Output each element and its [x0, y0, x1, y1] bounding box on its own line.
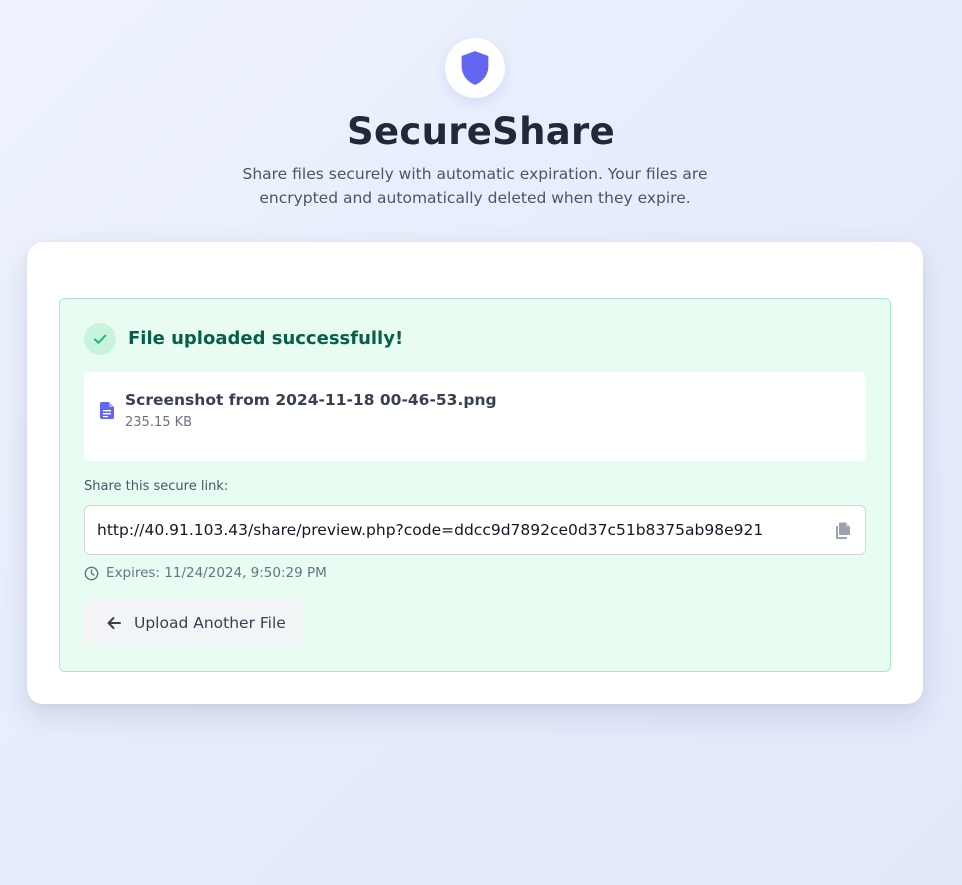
arrow-left-icon [107, 617, 121, 629]
app-title: SecureShare [347, 110, 615, 153]
share-link-field [84, 505, 866, 555]
expiration-text: Expires: 11/24/2024, 9:50:29 PM [106, 565, 327, 581]
success-title: File uploaded successfully! [128, 328, 404, 349]
file-name: Screenshot from 2024-11-18 00-46-53.png [125, 391, 497, 409]
upload-success-panel: File uploaded successfully! Screenshot f… [59, 298, 891, 672]
logo-badge [445, 38, 505, 98]
share-link-label: Share this secure link: [84, 479, 229, 494]
copy-icon [835, 522, 850, 539]
share-link-input[interactable] [97, 518, 817, 542]
expiration-info: Expires: 11/24/2024, 9:50:29 PM [84, 564, 327, 582]
check-icon [93, 334, 107, 344]
file-size: 235.15 KB [125, 415, 193, 430]
upload-another-file-button[interactable]: Upload Another File [84, 600, 303, 646]
app-description: Share files securely with automatic expi… [242, 165, 708, 207]
success-badge [84, 323, 116, 355]
copy-link-button[interactable] [833, 520, 853, 540]
upload-another-file-label: Upload Another File [134, 614, 286, 632]
clock-icon [84, 566, 99, 580]
file-info-card: Screenshot from 2024-11-18 00-46-53.png … [84, 372, 866, 461]
shield-icon [461, 51, 489, 85]
document-icon [100, 402, 114, 423]
main-card: File uploaded successfully! Screenshot f… [27, 242, 923, 704]
